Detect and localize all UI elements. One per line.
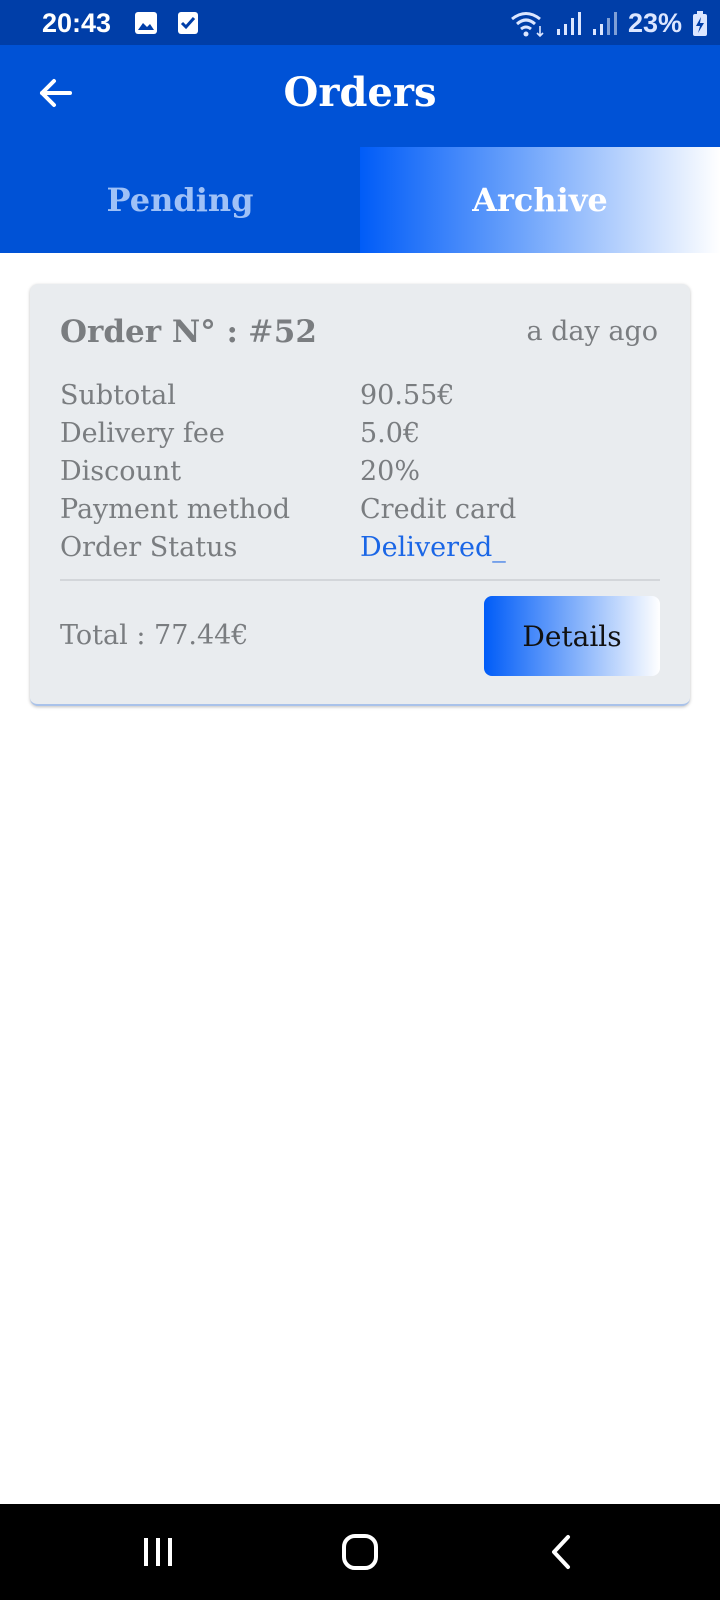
battery-charging-icon xyxy=(693,10,707,36)
order-total: Total : 77.44€ xyxy=(60,620,249,651)
order-number: Order N° : #52 xyxy=(60,314,317,350)
detail-value: Credit card xyxy=(360,493,517,525)
tab-bar: Pending Archive xyxy=(0,147,720,253)
order-number-hash: # xyxy=(247,314,274,350)
detail-value: 90.55€ xyxy=(360,379,455,411)
notification-icons xyxy=(134,11,200,35)
order-number-value: 52 xyxy=(273,314,317,350)
status-time: 20:43 xyxy=(42,8,112,38)
signal-icon-2 xyxy=(592,11,617,35)
tab-archive[interactable]: Archive xyxy=(360,147,720,253)
image-icon xyxy=(135,12,157,34)
order-card: Order N° : #52 a day ago Subtotal 90.55€… xyxy=(30,284,690,706)
recents-icon[interactable] xyxy=(138,1532,178,1572)
detail-label: Delivery fee xyxy=(60,417,225,449)
detail-row-subtotal: Subtotal 90.55€ xyxy=(60,376,660,414)
system-nav-bar xyxy=(0,1504,720,1600)
page-title: Orders xyxy=(283,69,437,116)
back-chevron-icon[interactable] xyxy=(542,1532,582,1572)
detail-label: Subtotal xyxy=(60,379,176,411)
wifi-icon xyxy=(511,11,544,37)
detail-row-discount: Discount 20% xyxy=(60,452,660,490)
detail-row-delivery-fee: Delivery fee 5.0€ xyxy=(60,414,660,452)
signal-icon xyxy=(556,11,581,35)
app-bar: Orders xyxy=(0,45,720,147)
order-time-ago: a day ago xyxy=(526,316,658,347)
order-number-label: Order N° : xyxy=(60,314,238,350)
detail-label: Order Status xyxy=(60,531,238,563)
checkbox-notification-icon xyxy=(178,12,198,34)
order-status-value: Delivered_ xyxy=(360,531,506,563)
divider xyxy=(60,579,660,581)
status-right: 23% xyxy=(510,8,708,39)
details-button[interactable]: Details xyxy=(484,596,660,676)
detail-value: 5.0€ xyxy=(360,417,421,449)
order-details: Subtotal 90.55€ Delivery fee 5.0€ Discou… xyxy=(60,376,660,566)
tab-pending[interactable]: Pending xyxy=(0,147,360,253)
home-icon[interactable] xyxy=(340,1532,380,1572)
detail-label: Payment method xyxy=(60,493,291,525)
detail-row-order-status: Order Status Delivered_ xyxy=(60,528,660,566)
battery-percent: 23% xyxy=(627,8,682,38)
detail-label: Discount xyxy=(60,455,182,487)
status-bar: 20:43 23% xyxy=(0,0,720,45)
detail-value: 20% xyxy=(360,455,421,487)
detail-row-payment-method: Payment method Credit card xyxy=(60,490,660,528)
